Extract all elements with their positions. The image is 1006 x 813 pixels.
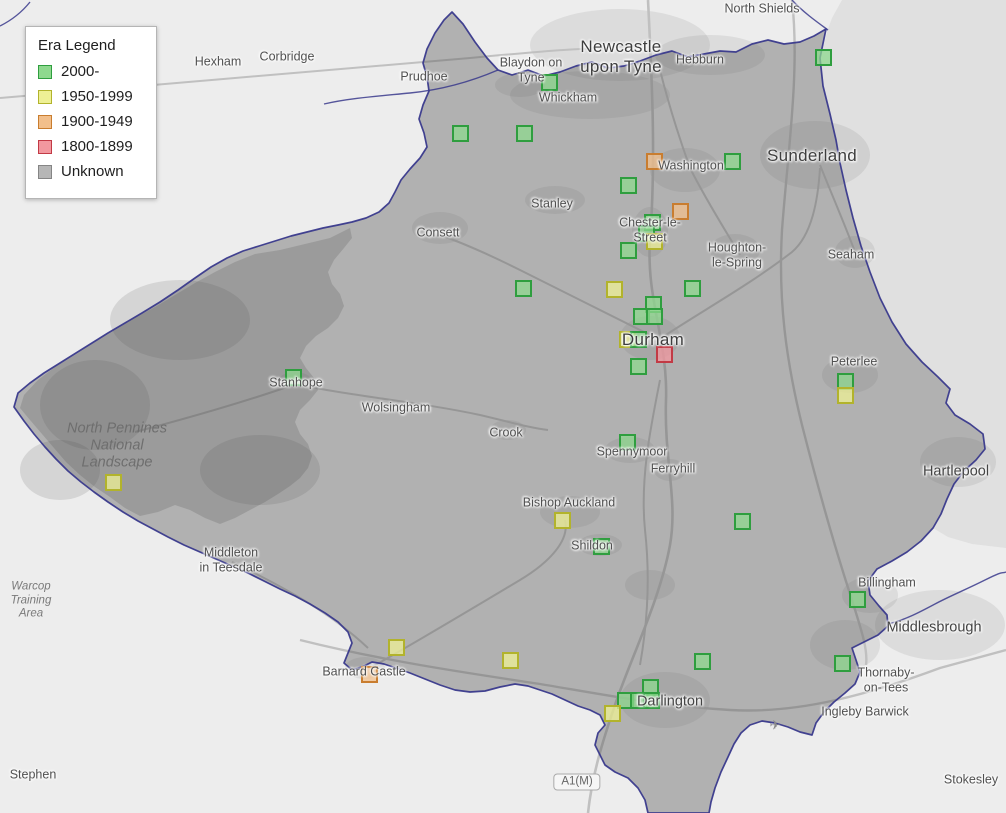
legend-swatch-1800 [38, 139, 52, 154]
marker-1950[interactable] [104, 473, 122, 491]
marker-1950[interactable] [501, 651, 519, 669]
legend-swatch-2000 [38, 64, 52, 79]
marker-2000[interactable] [515, 124, 533, 142]
marker-2000[interactable] [833, 654, 851, 672]
marker-2000[interactable] [848, 590, 866, 608]
legend-title: Era Legend [38, 37, 116, 54]
marker-1950[interactable] [605, 280, 623, 298]
legend-swatch-1900 [38, 114, 52, 129]
marker-2000[interactable] [618, 433, 636, 451]
marker-2000[interactable] [629, 330, 647, 348]
legend-items: 2000- 1950-1999 1900-1949 1800-1899 Unknown [38, 63, 140, 180]
legend-item-1800: 1800-1899 [38, 138, 140, 155]
marker-1900[interactable] [360, 665, 378, 683]
marker-2000[interactable] [814, 48, 832, 66]
marker-2000[interactable] [451, 124, 469, 142]
legend-label-1950: 1950-1999 [61, 88, 133, 105]
marker-1950[interactable] [387, 638, 405, 656]
marker-1900[interactable] [645, 152, 663, 170]
marker-1950[interactable] [645, 232, 663, 250]
marker-2000[interactable] [733, 512, 751, 530]
marker-1900[interactable] [671, 202, 689, 220]
map-viewport[interactable]: A1(M) Hexham Corbridge Prudhoe North Shield… [0, 0, 1006, 813]
legend-swatch-1950 [38, 89, 52, 104]
marker-2000[interactable] [723, 152, 741, 170]
marker-1950[interactable] [603, 704, 621, 722]
marker-2000[interactable] [645, 307, 663, 325]
marker-2000[interactable] [693, 652, 711, 670]
marker-1800[interactable] [655, 345, 673, 363]
era-legend: Era Legend 2000- 1950-1999 1900-1949 1800-1… [25, 26, 157, 199]
legend-item-2000: 2000- [38, 63, 140, 80]
marker-2000[interactable] [629, 357, 647, 375]
road-badge-a1m: A1(M) [553, 773, 601, 791]
legend-label-1800: 1800-1899 [61, 138, 133, 155]
legend-item-unknown: Unknown [38, 163, 140, 180]
legend-label-1900: 1900-1949 [61, 113, 133, 130]
legend-item-1950: 1950-1999 [38, 88, 140, 105]
marker-1950[interactable] [836, 386, 854, 404]
marker-2000[interactable] [642, 691, 660, 709]
legend-label-unknown: Unknown [61, 163, 124, 180]
marker-2000[interactable] [540, 73, 558, 91]
marker-2000[interactable] [619, 176, 637, 194]
legend-swatch-unknown [38, 164, 52, 179]
marker-2000[interactable] [683, 279, 701, 297]
marker-2000[interactable] [619, 241, 637, 259]
marker-2000[interactable] [284, 368, 302, 386]
marker-2000[interactable] [592, 537, 610, 555]
legend-label-2000: 2000- [61, 63, 100, 80]
marker-1950[interactable] [553, 511, 571, 529]
marker-2000[interactable] [514, 279, 532, 297]
legend-item-1900: 1900-1949 [38, 113, 140, 130]
